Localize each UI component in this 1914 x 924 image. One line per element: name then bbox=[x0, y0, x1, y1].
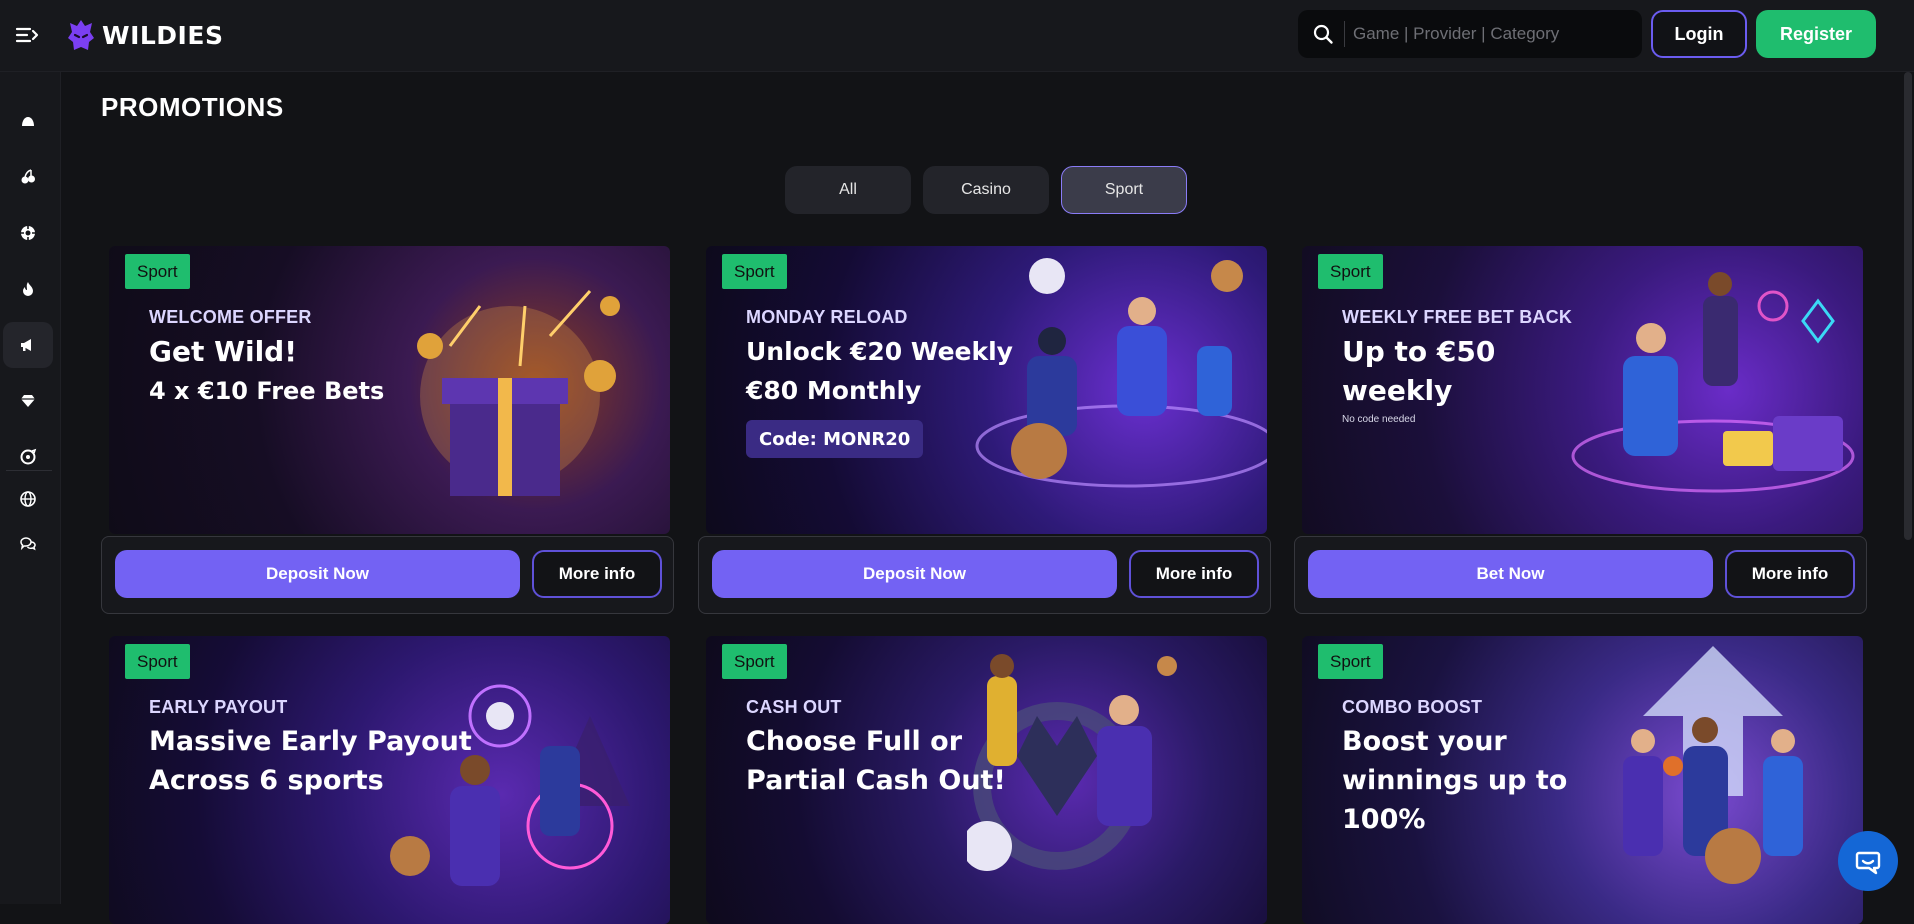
promo-eyebrow: EARLY PAYOUT bbox=[149, 697, 288, 717]
promo-headline: Up to €50 weekly bbox=[1342, 335, 1496, 407]
promo-headline: Unlock €20 Weekly €80 Monthly bbox=[746, 337, 1013, 405]
home-icon bbox=[22, 117, 34, 126]
combo-boost-illustration bbox=[1623, 646, 1803, 884]
promo-eyebrow: WEEKLY FREE BET BACK bbox=[1342, 307, 1573, 327]
promo-card-welcome-offer: Sport WELCOME OFFER Get Wild! 4 x €10 Fr… bbox=[101, 246, 674, 614]
globe-icon bbox=[20, 491, 36, 507]
promotions-icon bbox=[21, 339, 31, 351]
sidebar bbox=[0, 72, 61, 904]
register-button[interactable]: Register bbox=[1756, 10, 1876, 58]
sidebar-item-slots[interactable] bbox=[3, 154, 53, 200]
sidebar-item-language[interactable] bbox=[3, 476, 53, 522]
chat-icon bbox=[1855, 851, 1881, 875]
cash-out-mask-illustration bbox=[967, 654, 1177, 871]
athletes-treasure-illustration bbox=[1571, 272, 1855, 493]
category-badge: Sport bbox=[125, 254, 190, 289]
search-icon bbox=[1313, 24, 1333, 44]
brand-logo[interactable]: WILDIES bbox=[66, 18, 223, 52]
tab-all[interactable]: All bbox=[785, 166, 911, 214]
sidebar-item-hot[interactable] bbox=[3, 266, 53, 312]
promo-banner[interactable]: Sport WELCOME OFFER Get Wild! 4 x €10 Fr… bbox=[109, 246, 670, 534]
chat-bubbles-icon bbox=[20, 537, 36, 551]
search-input[interactable] bbox=[1353, 24, 1633, 44]
more-info-button[interactable]: More info bbox=[532, 550, 662, 598]
promo-actions: Bet Now More info bbox=[1294, 536, 1867, 614]
sidebar-item-home[interactable] bbox=[3, 98, 53, 144]
more-info-button[interactable]: More info bbox=[1129, 550, 1259, 598]
promo-eyebrow: CASH OUT bbox=[746, 697, 842, 717]
promo-card-cash-out: Sport CASH OUT Choose Full or Partial Ca… bbox=[698, 636, 1271, 924]
tab-casino[interactable]: Casino bbox=[923, 166, 1049, 214]
wheel-icon bbox=[20, 448, 37, 465]
promo-headline: Choose Full or Partial Cash Out! bbox=[746, 726, 1006, 796]
promo-actions: Deposit Now More info bbox=[698, 536, 1271, 614]
promotion-filter-tabs: All Casino Sport bbox=[785, 166, 1187, 214]
sidebar-item-vip[interactable] bbox=[3, 378, 53, 424]
search-separator bbox=[1344, 21, 1345, 47]
promo-eyebrow: WELCOME OFFER bbox=[149, 307, 312, 327]
login-button[interactable]: Login bbox=[1651, 10, 1747, 58]
sidebar-item-support[interactable] bbox=[3, 520, 53, 566]
promo-eyebrow: COMBO BOOST bbox=[1342, 697, 1483, 717]
category-badge: Sport bbox=[722, 644, 787, 679]
brand-name: WILDIES bbox=[102, 20, 224, 50]
category-badge: Sport bbox=[125, 644, 190, 679]
page-title: PROMOTIONS bbox=[101, 92, 284, 122]
promo-headline: Massive Early Payout Across 6 sports bbox=[149, 726, 472, 796]
live-chat-button[interactable] bbox=[1838, 831, 1898, 891]
deposit-now-button[interactable]: Deposit Now bbox=[115, 550, 520, 598]
promo-card-weekly-free-bet-back: Sport WEEKLY FREE BET BACK Up to €50 wee… bbox=[1294, 246, 1867, 614]
promo-card-monday-reload: Sport MONDAY RELOAD Unlock €20 Weekly €8… bbox=[698, 246, 1271, 614]
category-badge: Sport bbox=[722, 254, 787, 289]
promo-eyebrow: MONDAY RELOAD bbox=[746, 307, 908, 327]
tab-sport[interactable]: Sport bbox=[1061, 166, 1187, 214]
search-bar[interactable] bbox=[1298, 10, 1642, 58]
promo-banner[interactable]: Sport WEEKLY FREE BET BACK Up to €50 wee… bbox=[1302, 246, 1863, 534]
cherries-icon bbox=[21, 169, 35, 184]
fire-icon bbox=[23, 282, 33, 296]
top-bar: WILDIES Login Register bbox=[0, 0, 1914, 72]
promo-card-early-payout: Sport EARLY PAYOUT Massive Early Payout … bbox=[101, 636, 674, 924]
promo-banner[interactable]: Sport EARLY PAYOUT Massive Early Payout … bbox=[109, 636, 670, 924]
promo-actions: Deposit Now More info bbox=[101, 536, 674, 614]
promo-card-combo-boost: Sport COMBO BOOST Boost your winnings up… bbox=[1294, 636, 1867, 924]
sidebar-divider bbox=[6, 470, 52, 471]
category-badge: Sport bbox=[1318, 254, 1383, 289]
promo-note: No code needed bbox=[1342, 414, 1416, 425]
casino-chip-icon bbox=[21, 226, 35, 240]
promo-banner[interactable]: Sport COMBO BOOST Boost your winnings up… bbox=[1302, 636, 1863, 924]
scrollbar-thumb[interactable] bbox=[1904, 72, 1912, 540]
bet-now-button[interactable]: Bet Now bbox=[1308, 550, 1713, 598]
sidebar-item-live-casino[interactable] bbox=[3, 210, 53, 256]
menu-toggle-icon[interactable] bbox=[14, 22, 40, 48]
sidebar-item-wheel[interactable] bbox=[3, 434, 53, 480]
promo-subline: 4 x €10 Free Bets bbox=[149, 377, 385, 405]
more-info-button[interactable]: More info bbox=[1725, 550, 1855, 598]
gift-box-illustration bbox=[417, 290, 620, 496]
promo-banner[interactable]: Sport MONDAY RELOAD Unlock €20 Weekly €8… bbox=[706, 246, 1267, 534]
logo-mark-icon bbox=[68, 20, 94, 50]
sidebar-item-promotions[interactable] bbox=[3, 322, 53, 368]
promo-headline: Boost your winnings up to 100% bbox=[1342, 726, 1568, 835]
diamond-icon bbox=[21, 395, 35, 407]
promo-code-chip[interactable]: Code: MONR20 bbox=[746, 420, 924, 458]
deposit-now-button[interactable]: Deposit Now bbox=[712, 550, 1117, 598]
promo-banner[interactable]: Sport CASH OUT Choose Full or Partial Ca… bbox=[706, 636, 1267, 924]
promo-headline: Get Wild! bbox=[149, 335, 297, 368]
category-badge: Sport bbox=[1318, 644, 1383, 679]
